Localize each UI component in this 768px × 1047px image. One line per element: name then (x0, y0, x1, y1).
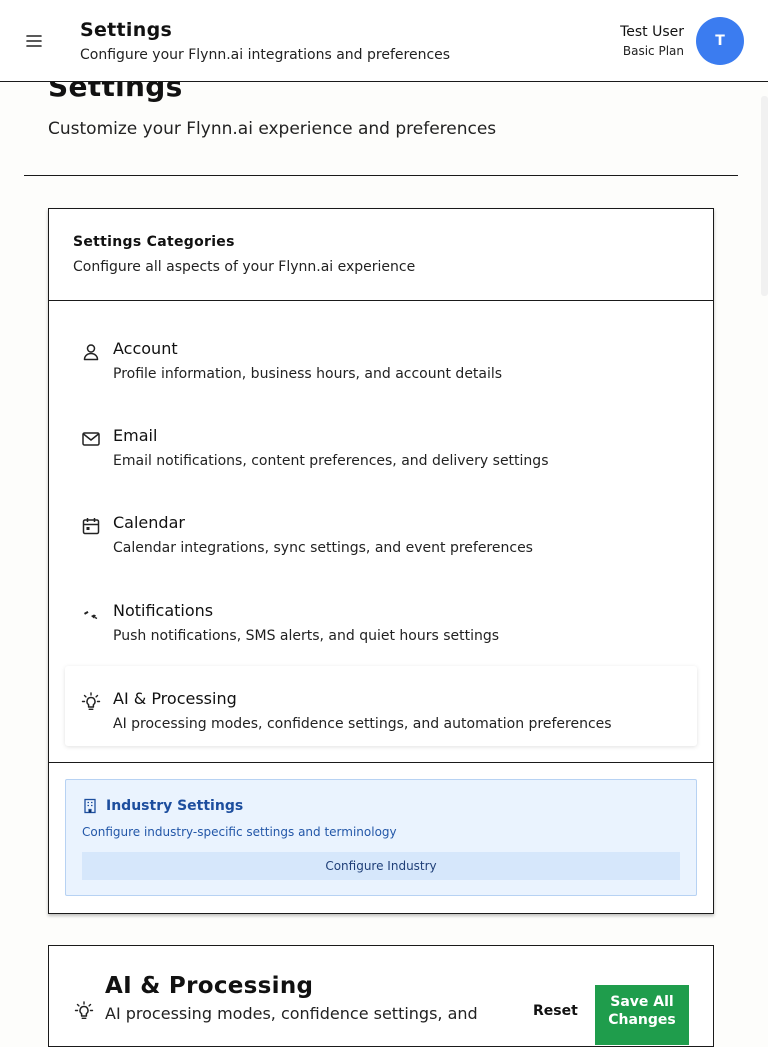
bell-icon (81, 604, 101, 624)
calendar-icon (81, 516, 101, 536)
header-subtitle: Configure your Flynn.ai integrations and… (80, 47, 451, 63)
category-label: Email (113, 426, 158, 445)
category-calendar[interactable]: Calendar Calendar integrations, sync set… (65, 490, 697, 570)
card-header: Settings Categories Configure all aspect… (49, 209, 713, 301)
top-bar: Settings Configure your Flynn.ai integra… (0, 0, 768, 82)
header-title: Settings (80, 19, 173, 41)
category-label: Calendar (113, 513, 185, 532)
divider (49, 762, 713, 763)
category-email[interactable]: Email Email notifications, content prefe… (65, 403, 697, 483)
category-description: Profile information, business hours, and… (113, 366, 503, 382)
user-icon (81, 342, 101, 362)
ai-processing-card: AI & Processing AI processing modes, con… (48, 945, 714, 1047)
section-title: AI & Processing (105, 973, 314, 999)
category-notifications[interactable]: Notifications Push notifications, SMS al… (65, 578, 697, 658)
category-label: Notifications (113, 601, 214, 620)
category-description: AI processing modes, confidence settings… (113, 716, 612, 732)
industry-title: Industry Settings (106, 798, 244, 814)
user-plan: Basic Plan (622, 44, 684, 58)
save-all-changes-button[interactable]: Save All Changes (595, 985, 689, 1045)
category-ai-processing[interactable]: AI & Processing AI processing modes, con… (65, 666, 697, 746)
reset-button[interactable]: Reset (533, 1003, 578, 1019)
lightbulb-icon (74, 1001, 94, 1021)
avatar[interactable]: T (696, 17, 744, 65)
industry-subtitle: Configure industry-specific settings and… (82, 825, 397, 839)
category-account[interactable]: Account Profile information, business ho… (65, 316, 697, 396)
card-subtitle: Configure all aspects of your Flynn.ai e… (73, 259, 416, 275)
hamburger-menu-icon[interactable] (24, 31, 44, 51)
scrollbar[interactable] (761, 96, 768, 296)
category-description: Email notifications, content preferences… (113, 453, 549, 469)
category-description: Calendar integrations, sync settings, an… (113, 540, 533, 556)
category-description: Push notifications, SMS alerts, and quie… (113, 628, 500, 644)
configure-industry-button[interactable]: Configure Industry (82, 852, 680, 880)
category-label: AI & Processing (113, 689, 237, 708)
mail-icon (81, 429, 101, 449)
building-icon (82, 798, 98, 814)
category-label: Account (113, 339, 178, 358)
card-title: Settings Categories (73, 234, 235, 250)
industry-settings-panel: Industry Settings Configure industry-spe… (65, 779, 697, 896)
settings-categories-card: Settings Categories Configure all aspect… (48, 208, 714, 914)
section-subtitle: AI processing modes, confidence settings… (105, 1004, 478, 1023)
user-name: Test User (620, 24, 684, 40)
page-subtitle: Customize your Flynn.ai experience and p… (48, 119, 497, 139)
divider (24, 175, 738, 176)
lightbulb-icon (81, 692, 101, 712)
